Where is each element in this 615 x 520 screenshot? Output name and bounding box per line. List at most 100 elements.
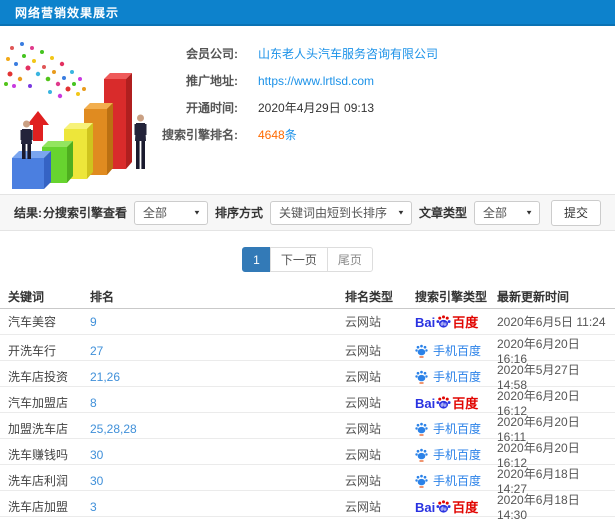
company-info-section: 会员公司: 山东老人头汽车服务咨询有限公司 推广地址: https://www.…	[0, 26, 615, 194]
table-row: 洗车店加盟 3 云网站 Bai du 百度 2020年6月18日 14:30	[0, 491, 615, 520]
header-rank: 排名	[90, 289, 115, 304]
rank-link[interactable]: 27	[90, 344, 345, 358]
table-row: 洗车店投资 21,26 云网站 Bai du 百度	[0, 361, 615, 392]
engine-filter-select[interactable]: 全部 ▼	[133, 200, 208, 225]
promotion-url-link[interactable]: https://www.lrtlsd.com	[258, 74, 374, 88]
pagination: 1 下一页 尾页	[0, 247, 615, 272]
table-row: 汽车加盟店 8 云网站 Bai du 百度 2020年6月20日 16:12	[0, 387, 615, 418]
info-row-url: 推广地址: https://www.lrtlsd.com	[160, 67, 615, 94]
rank-type-cell: 云网站	[345, 396, 382, 410]
rank-link[interactable]: 30	[90, 474, 345, 488]
promotion-url-label: 推广地址:	[186, 74, 238, 88]
rank-type-cell: 云网站	[345, 422, 382, 436]
keyword-cell: 洗车赚钱吗	[8, 448, 69, 462]
engine-filter-label: 分搜索引擎查看	[42, 206, 127, 220]
chevron-down-icon: ▼	[397, 208, 405, 217]
baidu-paw-icon: du	[436, 500, 451, 513]
person-right	[134, 114, 147, 169]
rank-link[interactable]: 21,26	[90, 370, 345, 384]
baidu-bai-text: Bai	[415, 396, 436, 411]
article-type-select[interactable]: 全部 ▼	[473, 200, 540, 225]
baidu-mobile-icon: 手机百度	[415, 446, 481, 463]
keyword-cell: 洗车店加盟	[8, 500, 69, 514]
rank-link[interactable]: 3	[90, 500, 345, 514]
baidu-mobile-icon: 手机百度	[415, 472, 481, 489]
chart-illustration	[0, 34, 160, 194]
rank-link[interactable]: 30	[90, 448, 345, 462]
rank-link[interactable]: 25,28,28	[90, 422, 345, 436]
info-row-company: 会员公司: 山东老人头汽车服务咨询有限公司	[160, 40, 615, 67]
sort-filter-label: 排序方式	[214, 206, 263, 220]
baidu-mobile-label: 手机百度	[433, 370, 482, 384]
rank-type-cell: 云网站	[345, 344, 382, 358]
keyword-cell: 加盟洗车店	[8, 422, 69, 436]
baidu-du-inner-text: du	[441, 322, 447, 328]
mobile-paw-icon	[415, 474, 428, 488]
table-row: 加盟洗车店 25,28,28 云网站 Bai du 百度	[0, 413, 615, 444]
baidu-mobile-label: 手机百度	[433, 474, 482, 488]
rank-link[interactable]: 9	[90, 315, 345, 329]
baidu-paw-icon: du	[436, 315, 451, 328]
baidu-mobile-label: 手机百度	[433, 448, 482, 462]
next-page-button[interactable]: 下一页	[269, 247, 328, 272]
mobile-paw-icon	[415, 344, 428, 358]
info-row-ranking-count: 搜索引擎排名: 4648条	[160, 121, 615, 148]
open-time-value: 2020年4月29日 09:13	[258, 101, 375, 115]
result-label: 结果:	[14, 206, 42, 220]
header-keyword: 关键词	[8, 289, 45, 304]
table-row: 汽车美容 9 云网站 Bai du 百度 2020年6月5日 11:24	[0, 309, 615, 335]
engine-cell: Bai du 百度	[415, 472, 497, 489]
header-engine-type: 搜索引擎类型	[415, 289, 488, 304]
update-time-cell: 2020年6月5日 11:24	[497, 315, 606, 329]
mobile-paw-icon	[415, 448, 428, 462]
keyword-cell: 洗车店投资	[8, 370, 69, 384]
baidu-pc-logo: Bai du 百度	[415, 314, 478, 329]
baidu-paw-icon: du	[436, 396, 451, 409]
baidu-mobile-label: 手机百度	[433, 422, 482, 436]
sort-filter-select[interactable]: 关键词由短到长排序 ▼	[269, 200, 412, 225]
bar-blue	[12, 151, 51, 189]
page-button-current[interactable]: 1	[242, 247, 271, 272]
update-time-cell: 2020年6月18日 14:30	[497, 493, 580, 520]
company-name-link[interactable]: 山东老人头汽车服务咨询有限公司	[258, 45, 438, 62]
baidu-bai-text: Bai	[415, 315, 436, 330]
keyword-ranking-table: 关键词 排名 排名类型 搜索引擎类型 最新更新时间 汽车美容 9 云网站 Bai…	[0, 284, 615, 520]
engine-cell: Bai du 百度	[415, 314, 497, 329]
page-title: 网络营销效果展示	[15, 5, 120, 20]
engine-cell: Bai du 百度	[415, 342, 497, 359]
mobile-paw-icon	[415, 422, 428, 436]
keyword-cell: 汽车加盟店	[8, 396, 69, 410]
rank-type-cell: 云网站	[345, 474, 382, 488]
header-update-time: 最新更新时间	[497, 289, 570, 304]
baidu-du-inner-text: du	[441, 403, 447, 409]
baidu-mobile-icon: 手机百度	[415, 368, 481, 385]
engine-cell: Bai du 百度	[415, 420, 497, 437]
rank-type-cell: 云网站	[345, 448, 382, 462]
keyword-cell: 洗车店利润	[8, 474, 69, 488]
company-info-rows: 会员公司: 山东老人头汽车服务咨询有限公司 推广地址: https://www.…	[160, 34, 615, 194]
mobile-paw-icon	[415, 370, 428, 384]
keyword-cell: 开洗车行	[8, 344, 57, 358]
last-page-button[interactable]: 尾页	[326, 247, 373, 272]
baidu-bai-text: Bai	[415, 500, 436, 515]
engine-cell: Bai du 百度	[415, 395, 497, 410]
chevron-down-icon: ▼	[525, 208, 533, 217]
baidu-du-text: 百度	[452, 315, 479, 330]
rank-type-cell: 云网站	[345, 370, 382, 384]
engine-cell: Bai du 百度	[415, 446, 497, 463]
engine-cell: Bai du 百度	[415, 368, 497, 385]
company-label: 会员公司:	[186, 47, 238, 61]
rank-type-cell: 云网站	[345, 315, 382, 329]
table-header-row: 关键词 排名 排名类型 搜索引擎类型 最新更新时间	[0, 284, 615, 309]
ranking-count-value: 4648	[258, 128, 285, 142]
filter-bar: 结果: 分搜索引擎查看 全部 ▼ 排序方式 关键词由短到长排序 ▼ 文章类型 全…	[0, 194, 615, 231]
table-row: 洗车店利润 30 云网站 Bai du 百度	[0, 465, 615, 496]
submit-button[interactable]: 提交	[550, 199, 601, 226]
baidu-pc-logo: Bai du 百度	[415, 395, 478, 410]
baidu-pc-logo: Bai du 百度	[415, 499, 478, 514]
keyword-cell: 汽车美容	[8, 315, 57, 329]
engine-cell: Bai du 百度	[415, 499, 497, 514]
rank-link[interactable]: 8	[90, 396, 345, 410]
chevron-down-icon: ▼	[193, 208, 201, 217]
ranking-count-unit: 条	[284, 128, 297, 142]
